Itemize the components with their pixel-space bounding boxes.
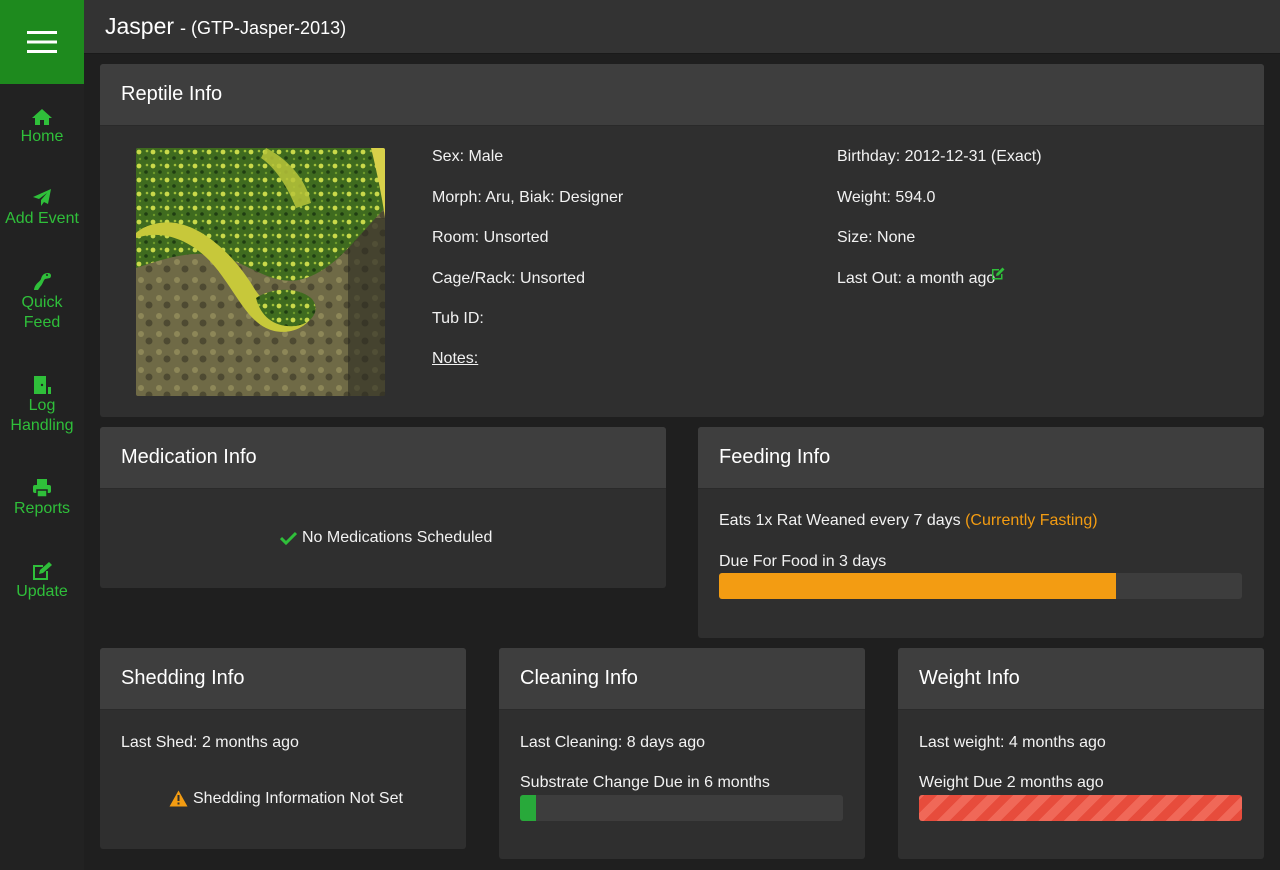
feeding-progress-bar <box>719 573 1242 599</box>
weight-info-panel: Weight Info Last weight: 4 months ago We… <box>898 648 1264 859</box>
last-weight-value: Last weight: 4 months ago <box>919 734 1106 751</box>
sidebar-item-log-handling[interactable]: Log Handling <box>0 373 84 436</box>
sidebar-item-quick-feed[interactable]: Quick Feed <box>0 270 84 333</box>
sidebar-item-label: Update <box>16 583 68 600</box>
shedding-info-panel: Shedding Info Last Shed: 2 months ago Sh… <box>100 648 466 849</box>
sidebar-item-label: Handling <box>10 417 74 434</box>
checkmark-icon <box>279 531 298 550</box>
sidebar-item-label: Log <box>28 397 56 414</box>
tub-id-value: Tub ID: <box>432 310 484 327</box>
weight-value: Weight: 594.0 <box>837 189 936 206</box>
hamburger-icon <box>27 31 57 53</box>
notes-link[interactable]: Notes: <box>432 350 478 368</box>
last-shed-value: Last Shed: 2 months ago <box>121 734 299 751</box>
feeding-progress-fill <box>719 573 1117 599</box>
feeding-schedule: Eats 1x Rat Weaned every 7 days (Current… <box>719 512 1098 530</box>
sidebar-item-reports[interactable]: Reports <box>0 476 84 519</box>
cleaning-progress-fill <box>520 795 537 821</box>
page-title: Jasper <box>105 13 175 39</box>
sidebar-item-update[interactable]: Update <box>0 559 84 602</box>
last-cleaning-value: Last Cleaning: 8 days ago <box>520 734 706 751</box>
panel-title: Weight Info <box>898 648 1264 710</box>
sidebar-item-label: Quick <box>21 294 63 311</box>
panel-title: Shedding Info <box>100 648 466 710</box>
sidebar-item-label: Feed <box>23 314 61 331</box>
reptile-info-panel: Reptile Info Sex: Male Morph: Aru, Biak:… <box>100 64 1264 417</box>
weight-due-label: Weight Due 2 months ago <box>919 774 1104 791</box>
menu-toggle-button[interactable] <box>0 0 84 84</box>
page-subtitle: - (GTP-Jasper-2013) <box>180 18 347 38</box>
door-icon <box>31 373 53 395</box>
feeding-due-label: Due For Food in 3 days <box>719 553 887 570</box>
page-header: Jasper - (GTP-Jasper-2013) <box>84 0 1280 54</box>
feeding-info-panel: Feeding Info Eats 1x Rat Weaned every 7 … <box>698 427 1264 638</box>
warning-icon <box>169 790 188 812</box>
printer-icon <box>32 476 52 498</box>
home-icon <box>31 104 53 126</box>
weight-progress-bar <box>919 795 1242 821</box>
panel-title: Reptile Info <box>100 64 1264 126</box>
panel-title: Cleaning Info <box>499 648 865 710</box>
size-value: Size: None <box>837 229 916 246</box>
feeding-schedule-text: Eats 1x Rat Weaned every 7 days <box>719 512 961 529</box>
weight-progress-fill <box>919 795 1242 821</box>
medication-status: No Medications Scheduled <box>302 529 493 546</box>
reptile-photo[interactable] <box>136 148 385 396</box>
substrate-due-label: Substrate Change Due in 6 months <box>520 774 770 791</box>
sidebar: Home Add Event Quick Feed Log Handling R… <box>0 0 84 870</box>
shedding-warning: Shedding Information Not Set <box>193 790 403 807</box>
panel-title: Feeding Info <box>698 427 1264 489</box>
sidebar-item-label: Add Event <box>5 210 79 227</box>
panel-title: Medication Info <box>100 427 666 489</box>
cleaning-progress-bar <box>520 795 843 821</box>
morph-value: Morph: Aru, Biak: Designer <box>432 189 624 206</box>
paper-plane-icon <box>32 186 52 208</box>
sidebar-item-home[interactable]: Home <box>0 104 84 147</box>
medication-info-panel: Medication Info No Medications Scheduled <box>100 427 666 588</box>
edit-icon <box>31 559 53 581</box>
snake-head-icon <box>31 270 53 292</box>
last-out-value: Last Out: a month ago <box>837 270 996 287</box>
room-value: Room: Unsorted <box>432 229 549 246</box>
cleaning-info-panel: Cleaning Info Last Cleaning: 8 days ago … <box>499 648 865 859</box>
birthday-value: Birthday: 2012-12-31 (Exact) <box>837 148 1042 165</box>
sidebar-item-add-event[interactable]: Add Event <box>0 186 84 229</box>
edit-last-out-icon[interactable] <box>991 267 1005 285</box>
sidebar-item-label: Home <box>20 128 64 145</box>
fasting-status: (Currently Fasting) <box>965 512 1098 529</box>
cage-value: Cage/Rack: Unsorted <box>432 270 585 287</box>
sex-value: Sex: Male <box>432 148 504 165</box>
sidebar-item-label: Reports <box>13 500 71 517</box>
